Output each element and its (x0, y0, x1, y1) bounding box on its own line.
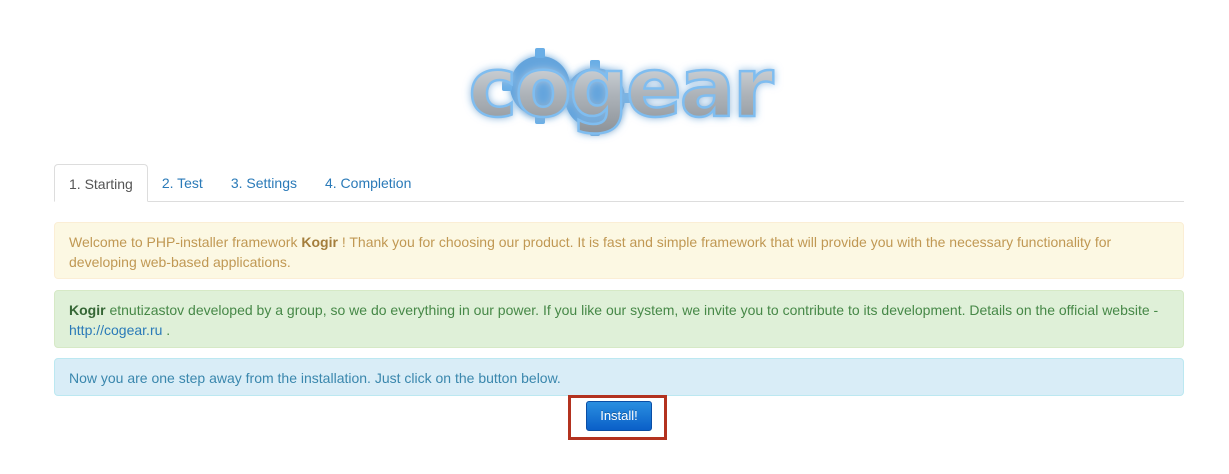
about-alert: Kogir etnutizastov developed by a group,… (54, 290, 1184, 348)
official-website-link[interactable]: http://cogear.ru (69, 322, 162, 338)
install-info-text: Now you are one step away from the insta… (69, 370, 561, 386)
tab-completion[interactable]: 4. Completion (311, 165, 425, 201)
logo-text: cogear (468, 41, 774, 136)
cogear-logo: cogear (440, 38, 800, 150)
install-button[interactable]: Install! (586, 401, 652, 431)
installer-page: cogear 1. Starting 2. Test 3. Settings 4… (0, 0, 1229, 474)
welcome-alert: Welcome to PHP-installer framework Kogir… (54, 222, 1184, 279)
step-tabs: 1. Starting 2. Test 3. Settings 4. Compl… (54, 164, 1184, 202)
tab-test[interactable]: 2. Test (148, 165, 217, 201)
about-text-suffix: . (162, 322, 171, 338)
welcome-text-prefix: Welcome to PHP-installer framework (69, 234, 302, 250)
welcome-brand: Kogir (301, 234, 338, 250)
about-text: etnutizastov developed by a group, so we… (105, 302, 1159, 318)
tab-starting[interactable]: 1. Starting (54, 164, 148, 202)
about-brand: Kogir (69, 302, 106, 318)
tab-settings[interactable]: 3. Settings (217, 165, 311, 201)
install-info-alert: Now you are one step away from the insta… (54, 358, 1184, 396)
